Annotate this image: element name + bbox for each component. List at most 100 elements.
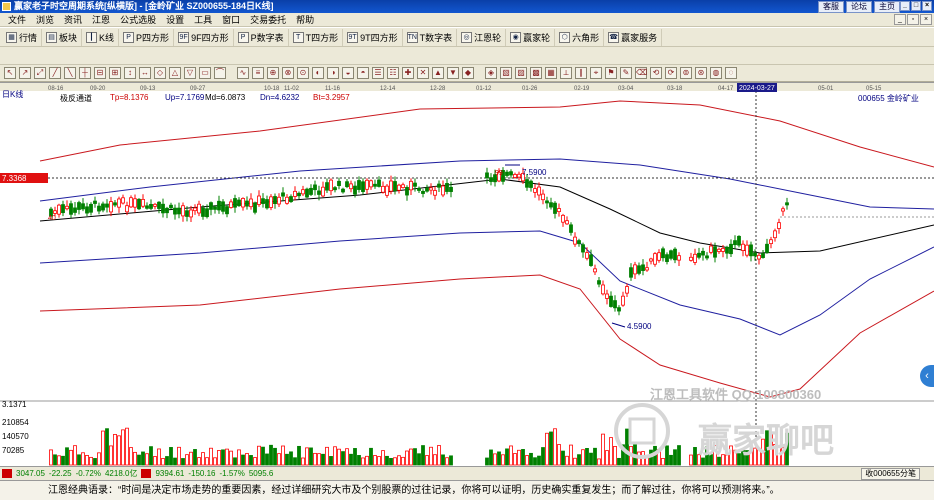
volume-bar [497,451,501,466]
draw-tool-icon[interactable]: ⟳ [665,67,677,79]
draw-tool-icon[interactable]: ⊚ [680,67,692,79]
draw-tool-icon[interactable]: ⌫ [635,67,647,79]
draw-tool-icon[interactable]: ∿ [237,67,249,79]
mdi-close-icon[interactable]: × [920,14,932,25]
draw-tool-icon[interactable]: ✎ [620,67,632,79]
draw-tool-icon[interactable]: ↔ [139,67,151,79]
tick-detail-button[interactable]: 收000655分笔 [861,468,920,480]
draw-tool-icon[interactable]: ⊙ [297,67,309,79]
toolbar-hexagon-button[interactable]: ⬡ 六角形 [555,28,605,46]
candle-body [233,198,237,208]
draw-tool-icon[interactable]: ╱ [49,67,61,79]
draw-tool-icon[interactable]: ↖ [4,67,16,79]
toolbar-quotes-button[interactable]: ▦ 行情 [2,28,43,46]
draw-tool-icon[interactable]: ╲ [64,67,76,79]
volume-bar [169,447,173,466]
link-home[interactable]: 主页 [874,1,900,13]
draw-tool-icon[interactable]: ⟲ [650,67,662,79]
draw-tool-icon[interactable]: ↗ [19,67,31,79]
toolbar-service-button[interactable]: ☎ 赢家服务 [604,28,663,46]
draw-tool-icon[interactable]: ☷ [387,67,399,79]
draw-tool-icon[interactable]: ▦ [545,67,557,79]
draw-tool-icon[interactable]: ≡ [252,67,264,79]
draw-tool-icon[interactable]: ⤢ [34,67,46,79]
volume-bar [249,455,253,466]
draw-tool-icon[interactable]: ⊟ [94,67,106,79]
kline-chart[interactable]: 08-16 09-20 09-13 09-27 10-18 11-02 11-16 12-14… [0,83,934,467]
candle-body [373,183,377,187]
draw-tool-icon[interactable]: ┼ [79,67,91,79]
draw-tool-icon[interactable]: ⟂ [560,67,572,79]
draw-tool-icon[interactable]: ◐ [312,67,324,79]
volume-bar [89,456,93,466]
menu-browse[interactable]: 浏览 [31,13,59,27]
link-forum[interactable]: 论坛 [846,1,872,13]
draw-tool-icon[interactable]: ▲ [432,67,444,79]
toolbar-9f-square-button[interactable]: 9F 9F四方形 [174,28,234,46]
draw-tool-icon[interactable]: △ [169,67,181,79]
draw-tool-icon[interactable]: ◒ [342,67,354,79]
draw-tool-icon[interactable]: ⊛ [695,67,707,79]
date-axis-tick: 01-12 [476,86,492,92]
draw-tool-icon[interactable]: ◇ [154,67,166,79]
toolbar-sectors-button[interactable]: ▤ 板块 [42,28,83,46]
draw-tool-icon[interactable]: ☰ [372,67,384,79]
close-icon[interactable]: × [922,1,932,11]
menu-gann[interactable]: 江恩 [87,13,115,27]
candle-body [193,207,197,212]
draw-tool-icon[interactable]: ⚑ [605,67,617,79]
maximize-icon[interactable]: □ [911,1,921,11]
toolbar-winner-wheel-button[interactable]: ◉ 赢家轮 [506,28,556,46]
mdi-restore-icon[interactable]: ▫ [907,14,919,25]
indicator-dn: Dn=4.6232 [260,93,300,102]
draw-tool-icon[interactable]: ▨ [515,67,527,79]
draw-tool-icon[interactable]: ⌖ [590,67,602,79]
toolbar-gann-wheel-button[interactable]: ◎ 江恩轮 [457,28,507,46]
draw-tool-icon[interactable]: ◈ [485,67,497,79]
volume-bar [581,449,585,466]
draw-tool-icon[interactable]: ⊕ [267,67,279,79]
menu-news[interactable]: 资讯 [59,13,87,27]
toolbar-kline-button[interactable]: ┃ K线 [82,28,120,46]
draw-tool-icon[interactable]: ◍ [710,67,722,79]
menu-formula[interactable]: 公式选股 [115,13,161,27]
menu-window[interactable]: 窗口 [217,13,245,27]
link-service[interactable]: 客服 [818,1,844,13]
draw-tool-icon[interactable]: ◑ [327,67,339,79]
candle-body [757,254,761,260]
draw-tool-icon[interactable]: ⊗ [282,67,294,79]
toolbar-p-square-button[interactable]: P P四方形 [119,28,175,46]
menu-trade[interactable]: 交易委托 [245,13,291,27]
draw-tool-icon[interactable]: ✚ [402,67,414,79]
draw-tool-icon[interactable]: ⊞ [109,67,121,79]
draw-tool-icon[interactable]: ↕ [124,67,136,79]
draw-tool-icon[interactable]: ⌒ [214,67,226,79]
toolbar-t-square-button[interactable]: T T四方形 [289,28,344,46]
draw-tool-icon[interactable]: ◆ [462,67,474,79]
draw-tool-icon[interactable]: ▩ [530,67,542,79]
candle-body [745,244,749,256]
candle-body [769,239,773,245]
menu-settings[interactable]: 设置 [161,13,189,27]
toolbar-t-table-button[interactable]: TN T数字表 [403,28,458,46]
volume-bar [117,435,121,466]
candle-body [269,196,273,208]
menu-help[interactable]: 帮助 [291,13,319,27]
volume-bar [425,455,429,466]
draw-tool-icon[interactable]: ▼ [447,67,459,79]
toolbar-9t-square-button[interactable]: 9T 9T四方形 [343,28,403,46]
draw-tool-icon[interactable]: ✕ [417,67,429,79]
menu-file[interactable]: 文件 [3,13,31,27]
draw-tool-icon[interactable]: ▭ [199,67,211,79]
draw-tool-icon[interactable]: ◓ [357,67,369,79]
draw-tool-icon[interactable]: ◌ [725,67,737,79]
menu-tools[interactable]: 工具 [189,13,217,27]
toolbar-p-table-button[interactable]: P P数字表 [234,28,289,46]
minimize-icon[interactable]: _ [900,1,910,11]
draw-tool-icon[interactable]: ∥ [575,67,587,79]
draw-tool-icon[interactable]: ▽ [184,67,196,79]
volume-bar [145,453,149,466]
draw-tool-icon[interactable]: ▧ [500,67,512,79]
sh-index-change: -22.25 [48,469,72,478]
mdi-minimize-icon[interactable]: _ [894,14,906,25]
